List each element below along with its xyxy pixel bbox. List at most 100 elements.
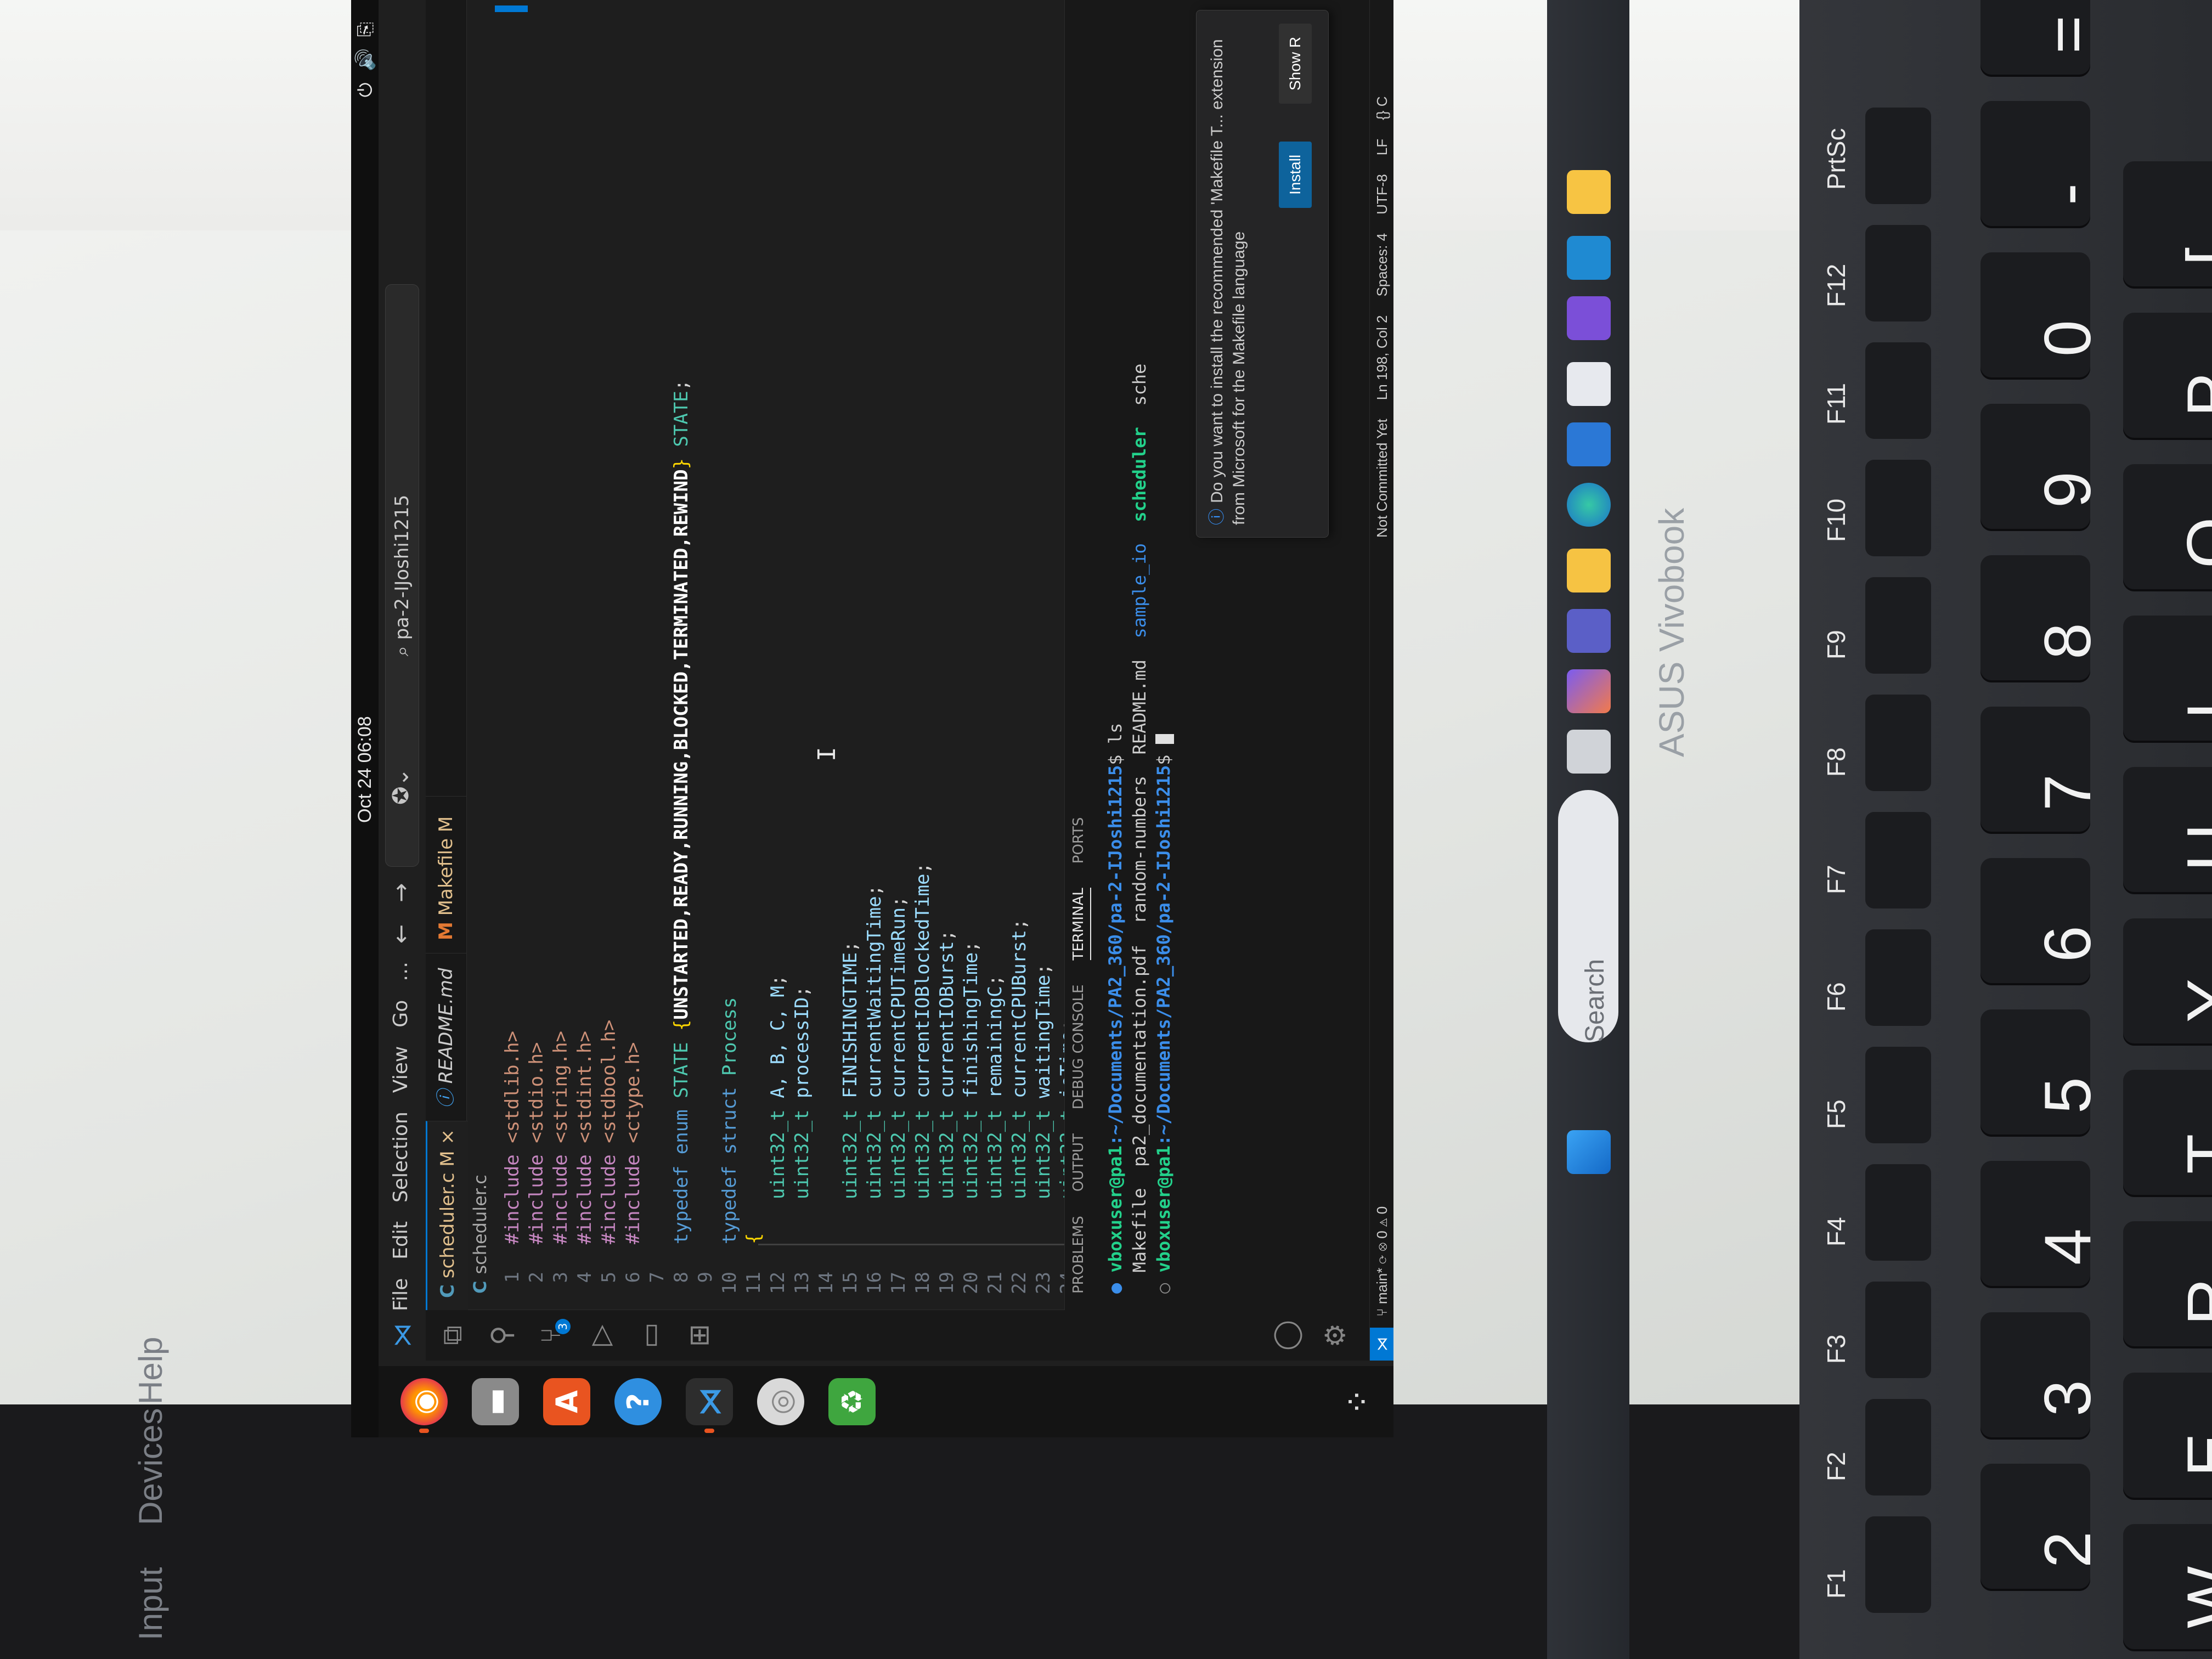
function-key[interactable] — [1865, 225, 1931, 321]
menu-go[interactable]: Go — [390, 1000, 412, 1028]
function-key[interactable] — [1865, 1282, 1931, 1378]
code-token: uint32_t — [888, 1098, 910, 1244]
run-debug-icon[interactable]: ▷ — [584, 1320, 616, 1351]
function-key[interactable] — [1865, 577, 1931, 674]
tab-readme[interactable]: ⓘ README.md — [426, 953, 466, 1120]
tab-debug-console[interactable]: DEBUG CONSOLE — [1070, 984, 1091, 1109]
letter-key[interactable] — [2123, 161, 2212, 289]
code-token: currentIOBurst — [936, 941, 958, 1098]
sticky-notes-icon[interactable] — [1567, 170, 1611, 214]
tab-ports[interactable]: PORTS — [1070, 817, 1091, 864]
tab-output[interactable]: OUTPUT — [1070, 1133, 1091, 1192]
extensions-icon[interactable]: ⊞ — [683, 1320, 715, 1351]
menu-edit[interactable]: Edit — [390, 1221, 412, 1260]
function-key[interactable] — [1865, 342, 1931, 439]
menu-more[interactable]: … — [390, 962, 412, 981]
git-branch[interactable]: main* — [1374, 1268, 1390, 1304]
tab-problems[interactable]: PROBLEMS — [1070, 1216, 1091, 1294]
function-key[interactable] — [1865, 1399, 1931, 1496]
code-editor[interactable]: I 1 #include <stdlib.h> 2 #include <stdio.h… — [495, 0, 1199, 1310]
copilot-taskbar-icon[interactable] — [1567, 669, 1611, 713]
accounts-icon[interactable]: ◯ — [1270, 1320, 1302, 1351]
number-key[interactable] — [1980, 555, 2090, 682]
help-icon[interactable]: ? — [614, 1378, 662, 1425]
nav-arrows: ← → — [387, 883, 414, 944]
menu-file[interactable]: File — [390, 1278, 412, 1311]
trash-icon[interactable]: ♻ — [828, 1378, 876, 1425]
windows-start-icon[interactable] — [1567, 1130, 1611, 1174]
tab-scheduler-c[interactable]: C scheduler.c M × — [426, 1121, 468, 1310]
function-key[interactable] — [1865, 108, 1931, 204]
function-key[interactable] — [1865, 812, 1931, 909]
menu-view[interactable]: View — [390, 1046, 412, 1093]
forward-icon[interactable]: → — [387, 883, 414, 902]
install-button[interactable]: Install — [1279, 141, 1312, 208]
disc-icon[interactable]: ◎ — [757, 1378, 804, 1425]
number-key[interactable] — [1980, 101, 2090, 228]
terminal[interactable]: ● vboxuser@pa1:~/Documents/PA2_360/pa-2-… — [1103, 364, 1176, 1294]
letter-key[interactable] — [2123, 616, 2212, 743]
number-key[interactable] — [1980, 252, 2090, 380]
error-count[interactable]: ⊗ 0 — [1374, 1231, 1390, 1251]
remote-indicator-icon[interactable]: ⋊ — [1370, 1328, 1393, 1361]
file-explorer-icon[interactable] — [1567, 549, 1611, 592]
warning-count[interactable]: ⚠ 0 — [1374, 1206, 1390, 1227]
code-token: uint32_t — [864, 1098, 885, 1244]
teams-icon[interactable] — [1567, 609, 1611, 653]
copilot-icon[interactable]: ✪⌄ — [388, 768, 414, 805]
number-key[interactable] — [1980, 1009, 2090, 1137]
host-menu-devices[interactable]: Devices — [132, 1408, 170, 1525]
function-key[interactable] — [1865, 1047, 1931, 1143]
firefox-icon[interactable]: ◉ — [400, 1378, 448, 1425]
git-blame[interactable]: Not Committed Yet — [1370, 419, 1393, 538]
indentation[interactable]: Spaces: 4 — [1370, 233, 1393, 297]
function-key[interactable] — [1865, 929, 1931, 1026]
vscode-taskbar-icon[interactable] — [1567, 236, 1611, 280]
scrollbar-thumb[interactable] — [495, 5, 528, 12]
remote-explorer-icon[interactable]: ▭ — [634, 1320, 665, 1351]
store-icon[interactable] — [1567, 422, 1611, 466]
cursor-position[interactable]: Ln 198, Col 2 — [1370, 315, 1393, 400]
app-center-icon[interactable]: A — [543, 1378, 590, 1425]
topbar-clock[interactable]: Oct 24 06:08 — [354, 716, 376, 823]
host-menu-input[interactable]: Input — [132, 1567, 170, 1640]
explorer-icon[interactable]: ⧉ — [436, 1320, 468, 1351]
menu-selection[interactable]: Selection — [390, 1111, 412, 1203]
host-menu-help[interactable]: Help — [132, 1337, 170, 1404]
sync-icon[interactable]: ⟳ — [1374, 1251, 1390, 1264]
office-icon[interactable] — [1567, 362, 1611, 406]
edge-icon[interactable] — [1567, 483, 1611, 527]
vscode-icon[interactable]: ⋊ — [686, 1378, 733, 1425]
number-key-label: 2 — [2031, 1531, 2104, 1568]
files-icon[interactable]: ▬ — [472, 1378, 519, 1425]
encoding[interactable]: UTF-8 — [1370, 174, 1393, 215]
system-tray-icon[interactable]: ⏻ 🔊 ⎘ — [354, 22, 376, 97]
task-view-icon[interactable] — [1567, 730, 1611, 774]
line-number: 3 — [550, 1272, 572, 1283]
visual-studio-icon[interactable] — [1567, 296, 1611, 340]
line-ending[interactable]: LF — [1370, 139, 1393, 155]
language-mode[interactable]: {} C — [1370, 97, 1393, 120]
line-number: 10 — [719, 1272, 741, 1294]
close-icon[interactable]: × — [437, 1129, 459, 1145]
function-key[interactable] — [1865, 460, 1931, 556]
number-key[interactable] — [1980, 404, 2090, 531]
settings-gear-icon[interactable]: ⚙ — [1319, 1320, 1351, 1351]
ls-item: Makefile — [1129, 1188, 1150, 1273]
search-view-icon[interactable]: ⚲ — [486, 1320, 517, 1351]
function-key[interactable] — [1865, 695, 1931, 791]
number-key[interactable] — [1980, 707, 2090, 834]
tab-makefile[interactable]: M Makefile M — [426, 796, 466, 952]
function-key[interactable] — [1865, 1164, 1931, 1261]
number-key[interactable] — [1980, 1464, 2090, 1591]
function-key[interactable] — [1865, 1516, 1931, 1613]
show-recommendations-button[interactable]: Show R — [1279, 23, 1312, 104]
line-number: 15 — [839, 1272, 861, 1294]
number-key[interactable] — [1980, 858, 2090, 985]
breadcrumb[interactable]: Cscheduler.c — [466, 1175, 494, 1310]
number-key[interactable] — [1980, 1312, 2090, 1440]
back-icon[interactable]: ← — [387, 924, 414, 944]
number-key[interactable] — [1980, 1161, 2090, 1288]
grid-icon[interactable]: ⁘ — [1339, 1383, 1377, 1421]
tab-terminal[interactable]: TERMINAL — [1070, 888, 1091, 961]
